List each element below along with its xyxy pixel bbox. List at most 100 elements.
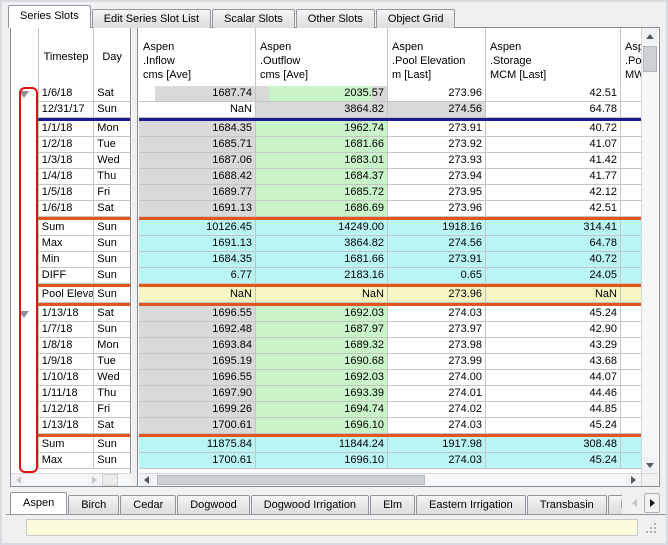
slot-column-header[interactable]: Aspen.Outflowcms [Ave] bbox=[256, 28, 388, 86]
value-cell[interactable] bbox=[621, 220, 641, 236]
scroll-left-button[interactable] bbox=[139, 474, 154, 486]
value-cell[interactable]: 273.93 bbox=[388, 153, 486, 169]
value-cell[interactable]: 41.42 bbox=[486, 153, 621, 169]
value-cell[interactable]: 14249.00 bbox=[256, 220, 388, 236]
value-cell[interactable]: 10126.45 bbox=[139, 220, 256, 236]
day-cell[interactable]: Sun bbox=[93, 102, 130, 118]
timestep-cell[interactable]: Sum bbox=[38, 437, 94, 453]
tab-scalar-slots[interactable]: Scalar Slots bbox=[212, 9, 295, 28]
value-cell[interactable]: 1692.48 bbox=[139, 322, 256, 338]
value-cell[interactable]: 42.90 bbox=[486, 322, 621, 338]
value-cell[interactable] bbox=[621, 185, 641, 201]
value-cell[interactable]: 1690.68 bbox=[256, 354, 388, 370]
timestep-cell[interactable]: 1/10/18 bbox=[38, 370, 94, 386]
value-cell[interactable]: NaN bbox=[486, 287, 621, 303]
object-tab-transbasin[interactable]: Transbasin bbox=[527, 495, 607, 514]
value-cell[interactable]: 1696.55 bbox=[139, 306, 256, 322]
timestep-column-header[interactable]: Timestep bbox=[38, 28, 94, 86]
value-cell[interactable]: 64.78 bbox=[486, 102, 621, 118]
value-cell[interactable]: 1700.61 bbox=[139, 453, 256, 469]
value-cell[interactable]: 273.98 bbox=[388, 338, 486, 354]
value-cell[interactable]: 1696.55 bbox=[139, 370, 256, 386]
scroll-left-button[interactable] bbox=[11, 474, 25, 486]
timestep-cell[interactable]: DIFF bbox=[38, 268, 94, 284]
slot-column-header[interactable]: Aspen.Pool Elevationm [Last] bbox=[388, 28, 486, 86]
day-cell[interactable]: Wed bbox=[93, 153, 130, 169]
value-cell[interactable]: 1917.98 bbox=[388, 437, 486, 453]
horizontal-scroll-thumb[interactable] bbox=[157, 475, 425, 485]
timestep-cell[interactable]: 1/3/18 bbox=[38, 153, 94, 169]
day-cell[interactable]: Fri bbox=[93, 402, 130, 418]
value-cell[interactable]: 273.92 bbox=[388, 137, 486, 153]
day-cell[interactable]: Tue bbox=[93, 137, 130, 153]
value-cell[interactable]: NaN bbox=[139, 102, 256, 118]
timestep-cell[interactable]: 1/1/18 bbox=[38, 121, 94, 137]
object-tab-cedar[interactable]: Cedar bbox=[120, 495, 176, 514]
value-cell[interactable]: 44.07 bbox=[486, 370, 621, 386]
timestep-cell[interactable]: 1/4/18 bbox=[38, 169, 94, 185]
day-cell[interactable]: Sat bbox=[93, 86, 130, 102]
tab-edit-series-slot-list[interactable]: Edit Series Slot List bbox=[92, 9, 211, 28]
value-cell[interactable]: 2035.57 bbox=[256, 86, 388, 102]
value-cell[interactable] bbox=[621, 386, 641, 402]
value-cell[interactable]: 1686.69 bbox=[256, 201, 388, 217]
value-cell[interactable]: 314.41 bbox=[486, 220, 621, 236]
day-cell[interactable]: Mon bbox=[93, 121, 130, 137]
value-cell[interactable]: 273.99 bbox=[388, 354, 486, 370]
vertical-scroll-thumb[interactable] bbox=[643, 46, 657, 72]
tab-other-slots[interactable]: Other Slots bbox=[296, 9, 375, 28]
value-cell[interactable] bbox=[621, 86, 641, 102]
day-cell[interactable]: Sun bbox=[93, 252, 130, 268]
value-cell[interactable]: 1685.71 bbox=[139, 137, 256, 153]
pane-splitter[interactable] bbox=[132, 28, 138, 486]
value-cell[interactable] bbox=[621, 453, 641, 469]
value-cell[interactable]: 11844.24 bbox=[256, 437, 388, 453]
object-tab-hickory[interactable]: Hickory bbox=[608, 495, 622, 514]
value-cell[interactable] bbox=[621, 137, 641, 153]
value-cell[interactable]: 1696.10 bbox=[256, 453, 388, 469]
day-column-header[interactable]: Day bbox=[93, 28, 130, 86]
expander-cell[interactable] bbox=[11, 306, 38, 322]
value-cell[interactable]: 43.29 bbox=[486, 338, 621, 354]
timestep-cell[interactable]: Pool Elevat bbox=[38, 287, 94, 303]
value-cell[interactable]: 273.91 bbox=[388, 252, 486, 268]
timestep-cell[interactable]: 12/31/17 bbox=[38, 102, 94, 118]
timestep-cell[interactable]: 1/13/18 bbox=[38, 306, 94, 322]
timestep-cell[interactable]: 1/6/18 bbox=[38, 201, 94, 217]
timestep-cell[interactable]: 1/11/18 bbox=[38, 386, 94, 402]
value-cell[interactable]: 1687.06 bbox=[139, 153, 256, 169]
value-cell[interactable]: 45.24 bbox=[486, 453, 621, 469]
value-cell[interactable]: 274.03 bbox=[388, 453, 486, 469]
timestep-cell[interactable]: 1/5/18 bbox=[38, 185, 94, 201]
value-cell[interactable]: 1696.10 bbox=[256, 418, 388, 434]
day-cell[interactable]: Sun bbox=[93, 453, 130, 469]
value-cell[interactable] bbox=[621, 268, 641, 284]
value-cell[interactable]: 6.77 bbox=[139, 268, 256, 284]
value-cell[interactable]: 273.94 bbox=[388, 169, 486, 185]
value-cell[interactable] bbox=[621, 402, 641, 418]
timestep-cell[interactable]: 1/13/18 bbox=[38, 418, 94, 434]
value-cell[interactable] bbox=[621, 153, 641, 169]
value-cell[interactable] bbox=[621, 306, 641, 322]
value-cell[interactable]: 44.46 bbox=[486, 386, 621, 402]
value-cell[interactable]: 1697.90 bbox=[139, 386, 256, 402]
value-cell[interactable]: 274.01 bbox=[388, 386, 486, 402]
day-cell[interactable]: Mon bbox=[93, 338, 130, 354]
scroll-right-button[interactable] bbox=[87, 474, 101, 486]
value-cell[interactable]: 1692.03 bbox=[256, 306, 388, 322]
slot-column-header[interactable]: Aspen.Inflowcms [Ave] bbox=[139, 28, 256, 86]
day-cell[interactable]: Sun bbox=[93, 322, 130, 338]
value-cell[interactable]: 1694.74 bbox=[256, 402, 388, 418]
timestep-cell[interactable]: 1/2/18 bbox=[38, 137, 94, 153]
day-cell[interactable]: Sat bbox=[93, 306, 130, 322]
value-cell[interactable]: 40.72 bbox=[486, 121, 621, 137]
value-cell[interactable]: 274.02 bbox=[388, 402, 486, 418]
day-cell[interactable]: Wed bbox=[93, 370, 130, 386]
value-cell[interactable]: 273.96 bbox=[388, 287, 486, 303]
value-cell[interactable] bbox=[621, 201, 641, 217]
value-cell[interactable] bbox=[621, 121, 641, 137]
value-cell[interactable]: 273.95 bbox=[388, 185, 486, 201]
value-cell[interactable]: 44.85 bbox=[486, 402, 621, 418]
value-cell[interactable]: 1681.66 bbox=[256, 252, 388, 268]
value-cell[interactable] bbox=[621, 236, 641, 252]
